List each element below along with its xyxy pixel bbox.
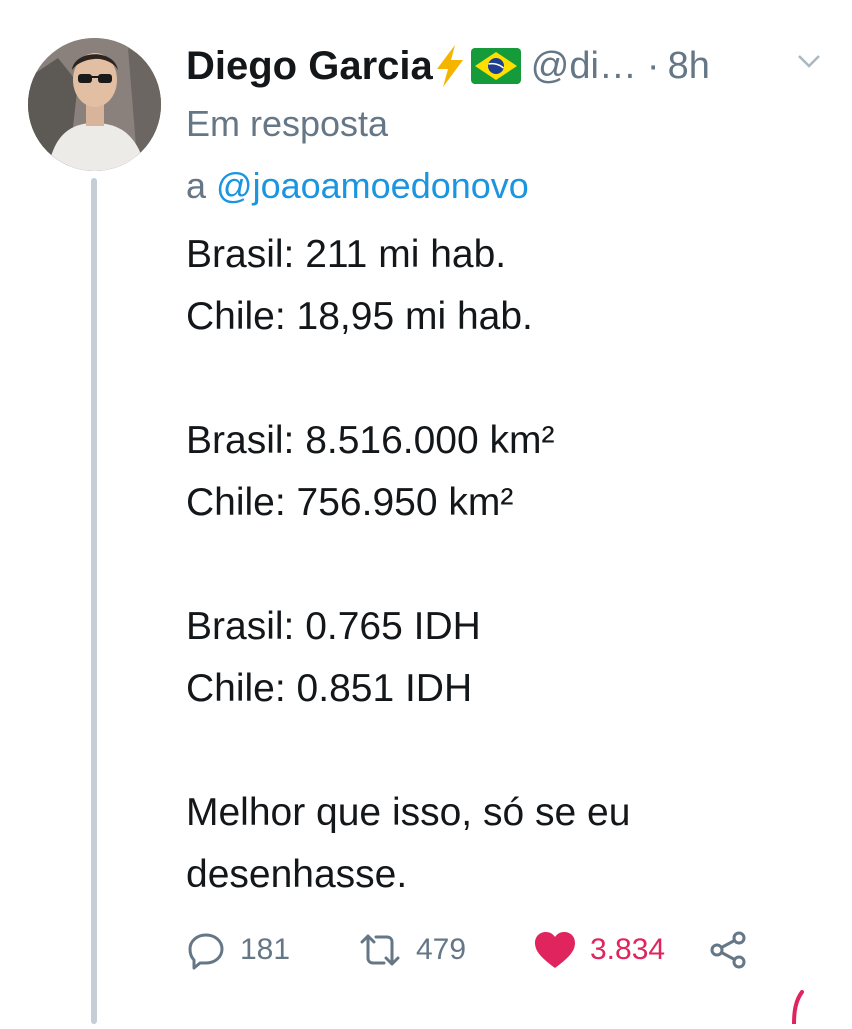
avatar-photo: [28, 38, 161, 171]
reply-icon: [188, 933, 224, 970]
retweet-count: 479: [416, 933, 467, 966]
like-button[interactable]: 3.834: [534, 922, 665, 978]
high-voltage-icon: [435, 45, 465, 87]
handle[interactable]: @di…: [531, 45, 637, 88]
tweet-actions: 181 479 3.834: [186, 922, 786, 978]
retweet-button[interactable]: 479: [358, 922, 466, 978]
heart-icon: [535, 932, 575, 968]
reply-count: 181: [240, 933, 291, 966]
share-icon: [710, 931, 746, 969]
retweet-icon: [360, 934, 400, 966]
tweet-text: Brasil: 211 mi hab. Chile: 18,95 mi hab.…: [186, 233, 631, 896]
brazil-flag-icon: [470, 48, 521, 84]
timestamp[interactable]: 8h: [668, 45, 710, 88]
reply-button[interactable]: 181: [186, 922, 290, 978]
avatar[interactable]: [28, 38, 161, 171]
partial-mark: [788, 990, 808, 1026]
reply-context: a @joaoamoedonovo: [186, 158, 529, 214]
reply-context-label: Em resposta: [186, 103, 389, 144]
thread-line: [91, 178, 97, 1024]
reply-to-mention[interactable]: @joaoamoedonovo: [216, 165, 529, 206]
share-button[interactable]: [708, 922, 748, 978]
like-count: 3.834: [590, 933, 666, 966]
display-name[interactable]: Diego Garcia: [186, 44, 433, 89]
separator-dot: ·: [646, 44, 660, 87]
reply-to-prefix: a: [186, 165, 207, 206]
chevron-down-icon[interactable]: [796, 52, 822, 70]
tweet-header: Diego Garcia @di… · 8h: [186, 36, 826, 96]
